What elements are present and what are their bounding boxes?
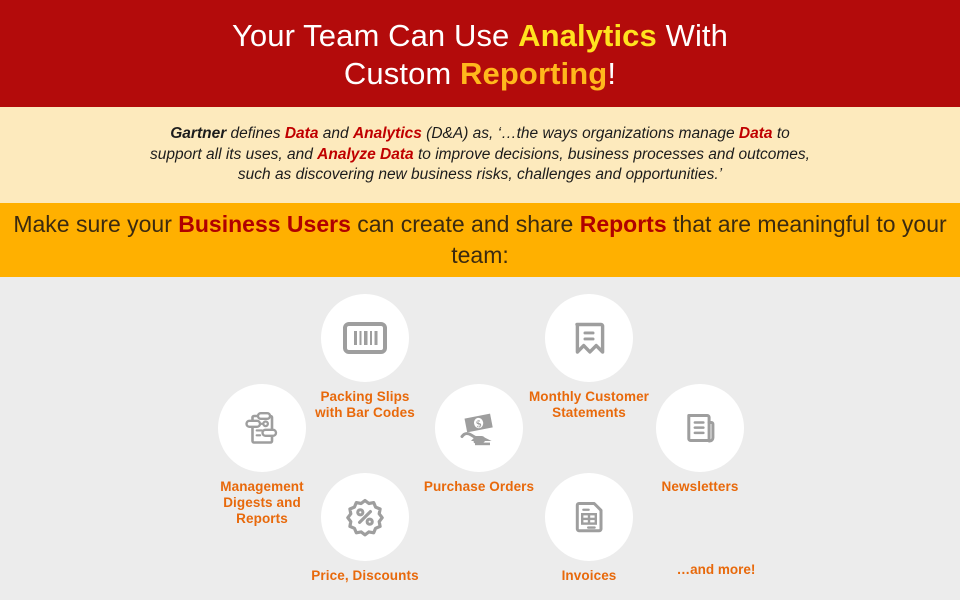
node-label-line-1: Price, Discounts (311, 568, 419, 583)
icon-circle: $ (435, 384, 523, 472)
quote-highlight-analyze-data: Analyze Data (317, 145, 414, 163)
and-more-label: …and more! (676, 562, 756, 577)
headline-text-2: With (656, 17, 728, 53)
icon-circle (545, 473, 633, 561)
quote-text-1: defines (226, 125, 285, 143)
headline-text-3: Custom (343, 55, 461, 91)
icon-circle (321, 473, 409, 561)
node-label: Price, Discounts (260, 568, 470, 584)
headline-text-4: ! (607, 55, 617, 91)
report-type-price-discounts[interactable]: Price, Discounts (260, 473, 470, 584)
callout-highlight-business-users: Business Users (178, 211, 351, 237)
icon-circle (321, 294, 409, 382)
icon-circle (656, 384, 744, 472)
callout-highlight-reports: Reports (579, 211, 667, 237)
barcode-icon (343, 322, 387, 354)
node-label-line-1: Invoices (561, 568, 617, 583)
icons-band: Packing Slips with Bar Codes Monthly Cus… (0, 277, 960, 600)
headline-text-1: Your Team Can Use (231, 17, 519, 53)
callout-text-2: can create and share (350, 211, 580, 237)
quote-text-2: and (318, 125, 353, 143)
callout-band: Make sure your Business Users can create… (0, 203, 960, 277)
newspaper-icon (687, 414, 715, 443)
callout-text-1: Make sure your (13, 211, 179, 237)
clipboard-report-icon (245, 411, 278, 444)
page-title: Your Team Can Use Analytics With Custom … (232, 15, 728, 93)
headline-accent-reporting: Reporting (460, 55, 608, 91)
icon-circle (218, 384, 306, 472)
quote-source-gartner: Gartner (170, 125, 227, 143)
invoice-icon (575, 502, 603, 533)
quote-text-3: (D&A) as, ‘…the ways organizations manag… (421, 125, 739, 143)
discount-badge-icon (346, 498, 384, 537)
quote-band: Gartner defines Data and Analytics (D&A)… (0, 107, 960, 203)
hand-money-icon: $ (460, 413, 493, 446)
infographic-root: Your Team Can Use Analytics With Custom … (0, 0, 960, 600)
icon-circle (545, 294, 633, 382)
statement-icon (575, 322, 605, 354)
quote-highlight-data-1: Data (284, 125, 319, 143)
callout-text: Make sure your Business Users can create… (0, 209, 960, 271)
gartner-quote: Gartner defines Data and Analytics (D&A)… (150, 124, 810, 186)
quote-highlight-data-2: Data (738, 125, 773, 143)
headline-accent-analytics: Analytics (518, 17, 657, 53)
headline-band: Your Team Can Use Analytics With Custom … (0, 0, 960, 107)
quote-highlight-analytics: Analytics (352, 125, 422, 143)
